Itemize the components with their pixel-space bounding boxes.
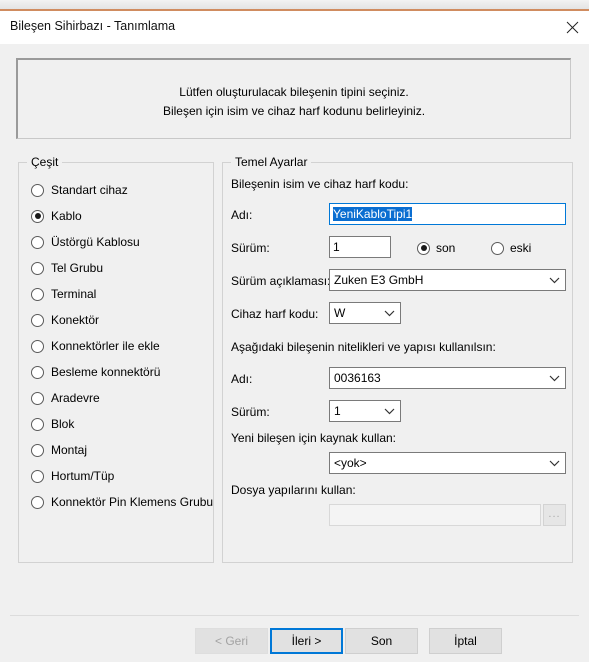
- radio-label: son: [436, 241, 456, 255]
- source-value: <yok>: [334, 456, 367, 470]
- label-name: Adı:: [231, 208, 253, 222]
- device-code-select[interactable]: W: [329, 302, 401, 324]
- radio-hortum-tup[interactable]: Hortum/Tüp: [31, 463, 213, 489]
- label-template-name: Adı:: [231, 372, 253, 386]
- radio-blok[interactable]: Blok: [31, 411, 213, 437]
- radio-label: Blok: [51, 417, 75, 431]
- instruction-banner: Lütfen oluşturulacak bileşenin tipini se…: [16, 58, 571, 139]
- radio-version-son[interactable]: son: [417, 239, 455, 257]
- dialog-client-area: Lütfen oluşturulacak bileşenin tipini se…: [0, 44, 589, 662]
- radio-icon: [31, 417, 44, 431]
- radio-label: eski: [510, 241, 532, 255]
- radio-icon: [31, 365, 44, 379]
- radio-label: Üstörgü Kablosu: [51, 235, 140, 249]
- type-groupbox-legend: Çeşit: [27, 155, 63, 169]
- chevron-down-icon: [384, 303, 395, 323]
- source-select[interactable]: <yok>: [329, 452, 566, 474]
- label-version-description: Sürüm açıklaması:: [231, 274, 331, 288]
- close-button[interactable]: [559, 11, 586, 44]
- instruction-banner-text: Lütfen oluşturulacak bileşenin tipini se…: [18, 83, 570, 121]
- footer-separator: [10, 615, 579, 616]
- label-file-structure: Dosya yapılarını kullan:: [231, 483, 356, 497]
- device-code-value: W: [334, 306, 346, 320]
- radio-label: Montaj: [51, 443, 88, 457]
- radio-label: Tel Grubu: [51, 261, 104, 275]
- radio-label: Terminal: [51, 287, 97, 301]
- button-bar: < Geri İleri > Son İptal: [0, 628, 589, 662]
- radio-label: Konektör: [51, 313, 100, 327]
- radio-kablo[interactable]: Kablo: [31, 203, 213, 229]
- section-label-naming: Bileşenin isim ve cihaz harf kodu:: [231, 177, 409, 191]
- radio-icon: [31, 469, 44, 483]
- radio-version-eski[interactable]: eski: [491, 239, 531, 257]
- radio-icon: [31, 235, 44, 249]
- radio-label: Konnektör Pin Klemens Grubu: [51, 495, 214, 509]
- version-input-value: 1: [333, 240, 340, 254]
- radio-icon: [491, 241, 504, 255]
- chevron-down-icon: [549, 368, 560, 388]
- template-version-value: 1: [334, 404, 341, 418]
- radio-konektor[interactable]: Konektör: [31, 307, 213, 333]
- radio-label: Konnektörler ile ekle: [51, 339, 160, 353]
- close-icon: [566, 21, 579, 34]
- radio-besleme-konnektoru[interactable]: Besleme konnektörü: [31, 359, 213, 385]
- back-button[interactable]: < Geri: [195, 628, 268, 654]
- window-title: Bileşen Sihirbazı - Tanımlama: [10, 19, 176, 33]
- radio-ustorgu-kablosu[interactable]: Üstörgü Kablosu: [31, 229, 213, 255]
- file-structure-input[interactable]: [329, 504, 541, 526]
- radio-tel-grubu[interactable]: Tel Grubu: [31, 255, 213, 281]
- radio-icon: [31, 183, 44, 197]
- version-description-select[interactable]: Zuken E3 GmbH: [329, 269, 566, 291]
- radio-icon-selected: [31, 209, 44, 223]
- radio-icon: [31, 313, 44, 327]
- finish-button[interactable]: Son: [345, 628, 418, 654]
- radio-icon: [31, 391, 44, 405]
- settings-form: Bileşenin isim ve cihaz harf kodu: Adı: …: [223, 163, 574, 564]
- radio-icon: [31, 339, 44, 353]
- chevron-down-icon: [549, 453, 560, 473]
- radio-montaj[interactable]: Montaj: [31, 437, 213, 463]
- settings-groupbox: Temel Ayarlar Bileşenin isim ve cihaz ha…: [222, 155, 574, 564]
- radio-aradevre[interactable]: Aradevre: [31, 385, 213, 411]
- radio-icon: [31, 495, 44, 509]
- type-radio-list: Standart cihaz Kablo Üstörgü Kablosu Tel…: [31, 177, 213, 515]
- label-source: Yeni bileşen için kaynak kullan:: [231, 431, 396, 445]
- radio-label: Besleme konnektörü: [51, 365, 161, 379]
- version-description-value: Zuken E3 GmbH: [334, 273, 424, 287]
- window-top-strip: [0, 0, 589, 9]
- next-button[interactable]: İleri >: [270, 628, 343, 654]
- label-template-version: Sürüm:: [231, 405, 270, 419]
- template-name-select[interactable]: 0036163: [329, 367, 566, 389]
- radio-icon: [31, 287, 44, 301]
- radio-label: Aradevre: [51, 391, 100, 405]
- radio-terminal[interactable]: Terminal: [31, 281, 213, 307]
- radio-konnektorler-ile-ekle[interactable]: Konnektörler ile ekle: [31, 333, 213, 359]
- version-input[interactable]: 1: [329, 236, 391, 258]
- title-bar: Bileşen Sihirbazı - Tanımlama: [0, 11, 589, 44]
- radio-icon: [31, 443, 44, 457]
- radio-label: Kablo: [51, 209, 82, 223]
- label-version: Sürüm:: [231, 241, 270, 255]
- radio-label: Hortum/Tüp: [51, 469, 115, 483]
- name-input-value: YeniKabloTipi1: [333, 207, 413, 221]
- browse-button[interactable]: ...: [543, 504, 566, 526]
- radio-standart-cihaz[interactable]: Standart cihaz: [31, 177, 213, 203]
- radio-icon: [31, 261, 44, 275]
- name-input[interactable]: YeniKabloTipi1: [329, 203, 566, 225]
- instruction-line-1: Lütfen oluşturulacak bileşenin tipini se…: [179, 85, 409, 99]
- chevron-down-icon: [549, 270, 560, 290]
- type-groupbox: Çeşit Standart cihaz Kablo Üstörgü Kablo…: [18, 155, 214, 563]
- cancel-button[interactable]: İptal: [429, 628, 502, 654]
- instruction-line-2: Bileşen için isim ve cihaz harf kodunu b…: [162, 104, 426, 118]
- template-version-select[interactable]: 1: [329, 400, 401, 422]
- chevron-down-icon: [384, 401, 395, 421]
- label-device-code: Cihaz harf kodu:: [231, 307, 319, 321]
- template-name-value: 0036163: [334, 371, 381, 385]
- radio-label: Standart cihaz: [51, 183, 128, 197]
- section-label-template: Aşağıdaki bileşenin nitelikleri ve yapıs…: [231, 340, 496, 354]
- radio-konnektor-pin-klemens-grubu[interactable]: Konnektör Pin Klemens Grubu: [31, 489, 213, 515]
- radio-icon-selected: [417, 241, 430, 255]
